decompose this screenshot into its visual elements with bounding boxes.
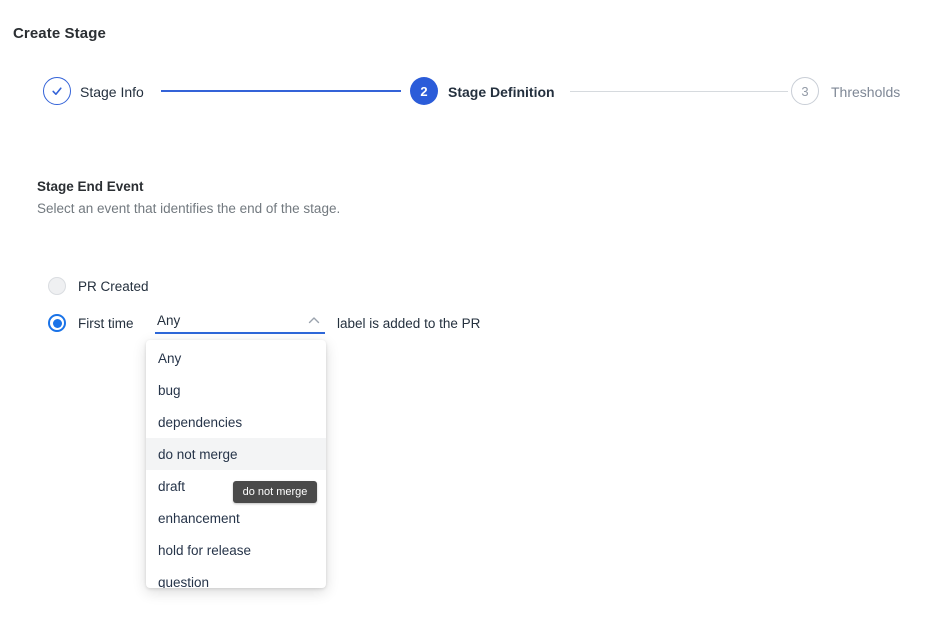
stepper-connector-1 [161, 90, 401, 92]
select-suffix-text: label is added to the PR [337, 316, 480, 331]
radio-row-pr-created[interactable]: PR Created [48, 276, 149, 296]
stepper-step-3-label[interactable]: Thresholds [831, 84, 900, 100]
dropdown-option-bug[interactable]: bug [146, 374, 326, 406]
stepper-step-1-label[interactable]: Stage Info [80, 84, 144, 100]
dropdown-option-do-not-merge[interactable]: do not merge [146, 438, 326, 470]
tooltip: do not merge [233, 481, 317, 503]
section-description: Select an event that identifies the end … [37, 201, 340, 216]
dropdown-option-dependencies[interactable]: dependencies [146, 406, 326, 438]
radio-first-time[interactable] [48, 314, 66, 332]
label-select-control[interactable]: Any [155, 308, 325, 334]
radio-row-first-time[interactable]: First time [48, 313, 134, 333]
radio-pr-created-label[interactable]: PR Created [78, 279, 149, 294]
label-select-dropdown: Any bug dependencies do not merge draft … [146, 340, 326, 588]
check-icon [49, 83, 65, 99]
dropdown-option-enhancement[interactable]: enhancement [146, 502, 326, 534]
radio-dot [53, 319, 62, 328]
dropdown-option-any[interactable]: Any [146, 342, 326, 374]
section-heading: Stage End Event [37, 179, 144, 194]
stepper-step-2-number: 2 [420, 84, 427, 99]
stepper-step-2-circle[interactable]: 2 [410, 77, 438, 105]
dropdown-option-hold-for-release[interactable]: hold for release [146, 534, 326, 566]
stepper-step-3-number: 3 [801, 84, 808, 99]
page-title: Create Stage [13, 25, 106, 42]
stepper-step-2-label[interactable]: Stage Definition [448, 84, 555, 100]
create-stage-dialog: Create Stage Stage Info 2 Stage Definiti… [0, 0, 948, 619]
stepper-step-1-circle[interactable] [43, 77, 71, 105]
stepper-step-3-circle[interactable]: 3 [791, 77, 819, 105]
radio-first-time-label[interactable]: First time [78, 316, 134, 331]
dropdown-option-question[interactable]: question [146, 566, 326, 588]
stepper-connector-2 [570, 91, 788, 92]
radio-pr-created[interactable] [48, 277, 66, 295]
chevron-up-icon [307, 315, 321, 325]
label-select-value: Any [155, 313, 180, 328]
